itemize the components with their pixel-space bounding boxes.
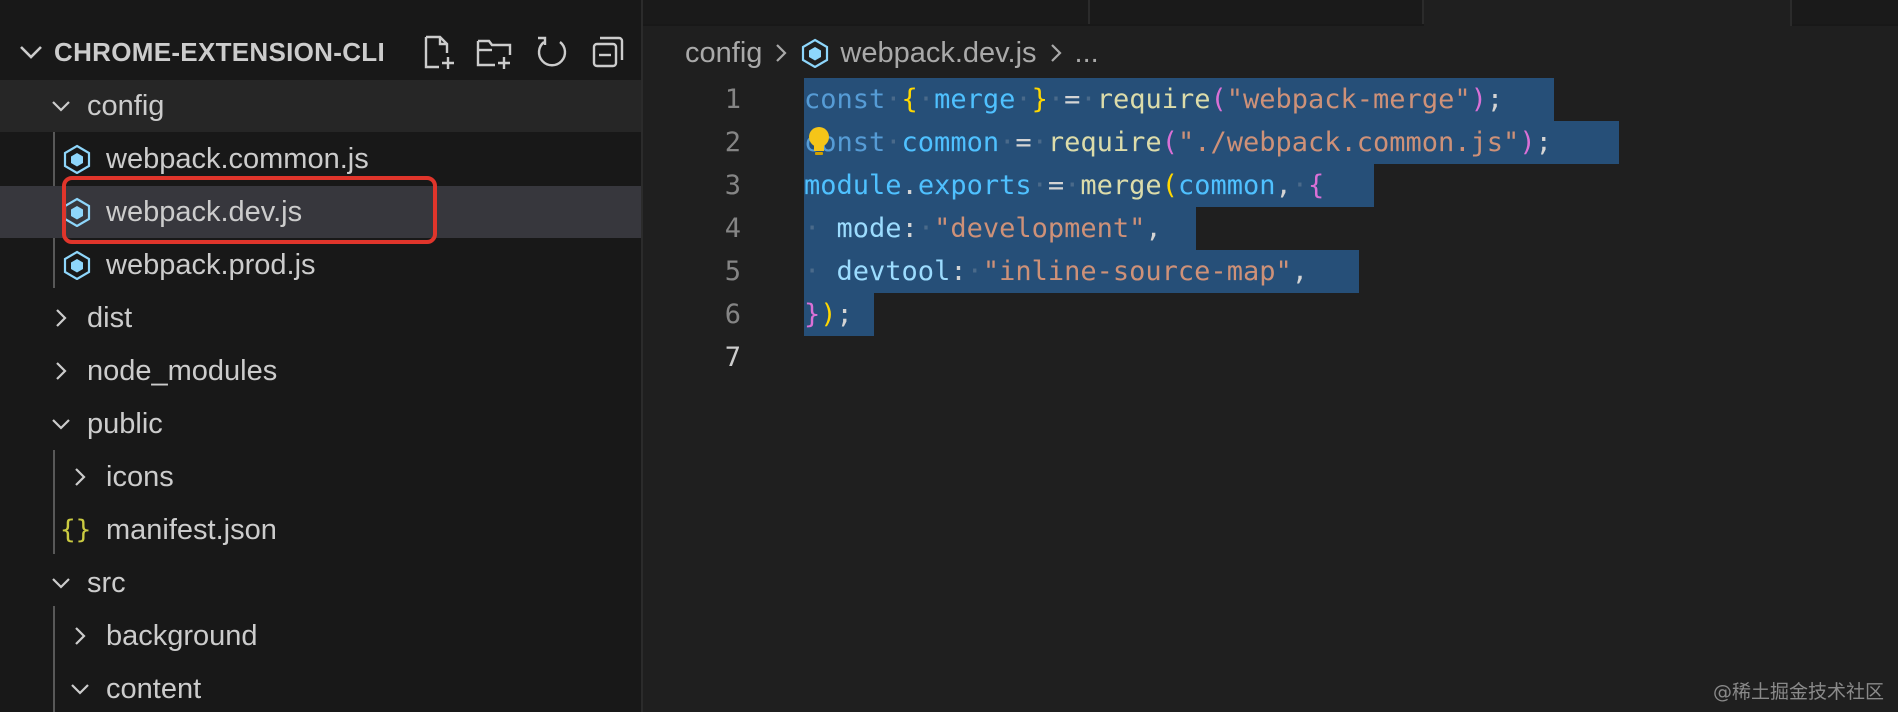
webpack-icon xyxy=(802,38,829,68)
code-line[interactable]: 5 · devtool:·"inline-source-map", xyxy=(643,250,1898,293)
tree-item-label: webpack.prod.js xyxy=(106,249,316,281)
refresh-button[interactable] xyxy=(532,32,572,72)
tree-item-node-modules[interactable]: node_modules xyxy=(0,345,641,397)
tab-bar xyxy=(643,0,1898,26)
refresh-icon xyxy=(537,36,567,67)
breadcrumb-folder[interactable]: config xyxy=(685,37,762,70)
editor-tab-active[interactable] xyxy=(1424,0,1792,26)
new-file-button[interactable] xyxy=(418,32,458,72)
webpack-icon xyxy=(63,250,91,280)
code-line-text: const·common·=·require("./webpack.common… xyxy=(804,127,1552,158)
chevron-down-icon xyxy=(52,419,70,430)
chevron-down-icon xyxy=(52,101,70,112)
tree-item-label: dist xyxy=(87,302,133,334)
tree-item-label: config xyxy=(87,90,165,122)
code-line-text: · mode:·"development", xyxy=(804,213,1162,244)
collapse-all-icon xyxy=(592,36,624,68)
line-number: 3 xyxy=(724,170,741,201)
tree-item-label: public xyxy=(87,408,163,440)
chevron-right-icon xyxy=(776,44,787,62)
line-number: 2 xyxy=(724,127,741,158)
line-number: 1 xyxy=(724,84,741,115)
chevron-right-icon xyxy=(56,362,67,380)
code-line[interactable]: 1 const·{·merge·}·=·require("webpack-mer… xyxy=(643,78,1898,121)
code-line[interactable]: 2 const·common·=·require("./webpack.comm… xyxy=(643,121,1898,164)
code-line-text: const·{·merge·}·=·require("webpack-merge… xyxy=(804,84,1504,115)
new-folder-icon xyxy=(476,39,512,69)
tree-item-config[interactable]: config xyxy=(0,80,641,132)
lightbulb-icon[interactable] xyxy=(806,125,832,159)
code-line-text: · devtool:·"inline-source-map", xyxy=(804,256,1308,287)
editor-tab[interactable] xyxy=(1090,0,1424,24)
json-braces-icon: {} xyxy=(60,515,92,545)
code-line[interactable]: 6 }); xyxy=(643,293,1898,336)
new-folder-button[interactable] xyxy=(474,32,514,72)
chevron-down-icon[interactable] xyxy=(18,41,44,63)
editor-tab[interactable] xyxy=(643,0,1090,24)
chevron-down-icon xyxy=(71,684,89,695)
tree-item-webpack-dev[interactable]: webpack.dev.js xyxy=(0,186,641,238)
tree-item-label: node_modules xyxy=(87,355,278,387)
tree-item-icons[interactable]: icons xyxy=(0,451,641,503)
tree-item-label: icons xyxy=(106,461,174,493)
code-line[interactable]: 7 xyxy=(643,336,1898,379)
new-file-icon xyxy=(424,35,454,69)
editor-pane: config webpack.dev.js ... 1 const·{·merg… xyxy=(643,0,1898,712)
collapse-all-button[interactable] xyxy=(588,32,628,72)
chevron-right-icon xyxy=(75,627,86,645)
editor-tab[interactable] xyxy=(1792,0,1898,24)
tree-item-label: manifest.json xyxy=(106,514,277,546)
line-number: 5 xyxy=(724,256,741,287)
tree-item-src[interactable]: src xyxy=(0,557,641,609)
tree-item-label: content xyxy=(106,673,202,705)
chevron-right-icon xyxy=(1050,44,1062,62)
webpack-icon xyxy=(63,197,91,227)
explorer-sidebar: CHROME-EXTENSION-CLI config webpack.comm… xyxy=(0,0,643,712)
tree-item-content[interactable]: content xyxy=(0,663,641,712)
explorer-title: CHROME-EXTENSION-CLI xyxy=(54,37,385,67)
code-line-text: }); xyxy=(804,299,853,330)
watermark: @稀土掘金技术社区 xyxy=(1712,681,1884,703)
breadcrumb: config webpack.dev.js ... xyxy=(685,30,1099,76)
tree-item-background[interactable]: background xyxy=(0,610,641,662)
tree-item-label: webpack.dev.js xyxy=(106,196,303,228)
tree-item-dist[interactable]: dist xyxy=(0,292,641,344)
tree-item-webpack-prod[interactable]: webpack.prod.js xyxy=(0,239,641,291)
line-number: 7 xyxy=(724,342,741,373)
tree-item-label: webpack.common.js xyxy=(106,143,369,175)
code-line-text: module.exports·=·merge(common,·{ xyxy=(804,170,1325,201)
explorer-header[interactable]: CHROME-EXTENSION-CLI xyxy=(0,22,641,82)
code-line[interactable]: 4 · mode:·"development", xyxy=(643,207,1898,250)
tree-item-manifest-json[interactable]: {} manifest.json xyxy=(0,504,641,556)
breadcrumb-more[interactable]: ... xyxy=(1075,37,1099,70)
tree-item-label: background xyxy=(106,620,258,652)
code-line[interactable]: 3 module.exports·=·merge(common,·{ xyxy=(643,164,1898,207)
tree-item-public[interactable]: public xyxy=(0,398,641,450)
chevron-down-icon xyxy=(52,578,70,589)
chevron-right-icon xyxy=(56,309,67,327)
breadcrumb-file[interactable]: webpack.dev.js xyxy=(840,37,1036,70)
line-number: 6 xyxy=(724,299,741,330)
line-number: 4 xyxy=(724,213,741,244)
tree-item-webpack-common[interactable]: webpack.common.js xyxy=(0,133,641,185)
chevron-right-icon xyxy=(75,468,86,486)
tree-item-label: src xyxy=(87,567,126,599)
webpack-icon xyxy=(63,144,91,174)
